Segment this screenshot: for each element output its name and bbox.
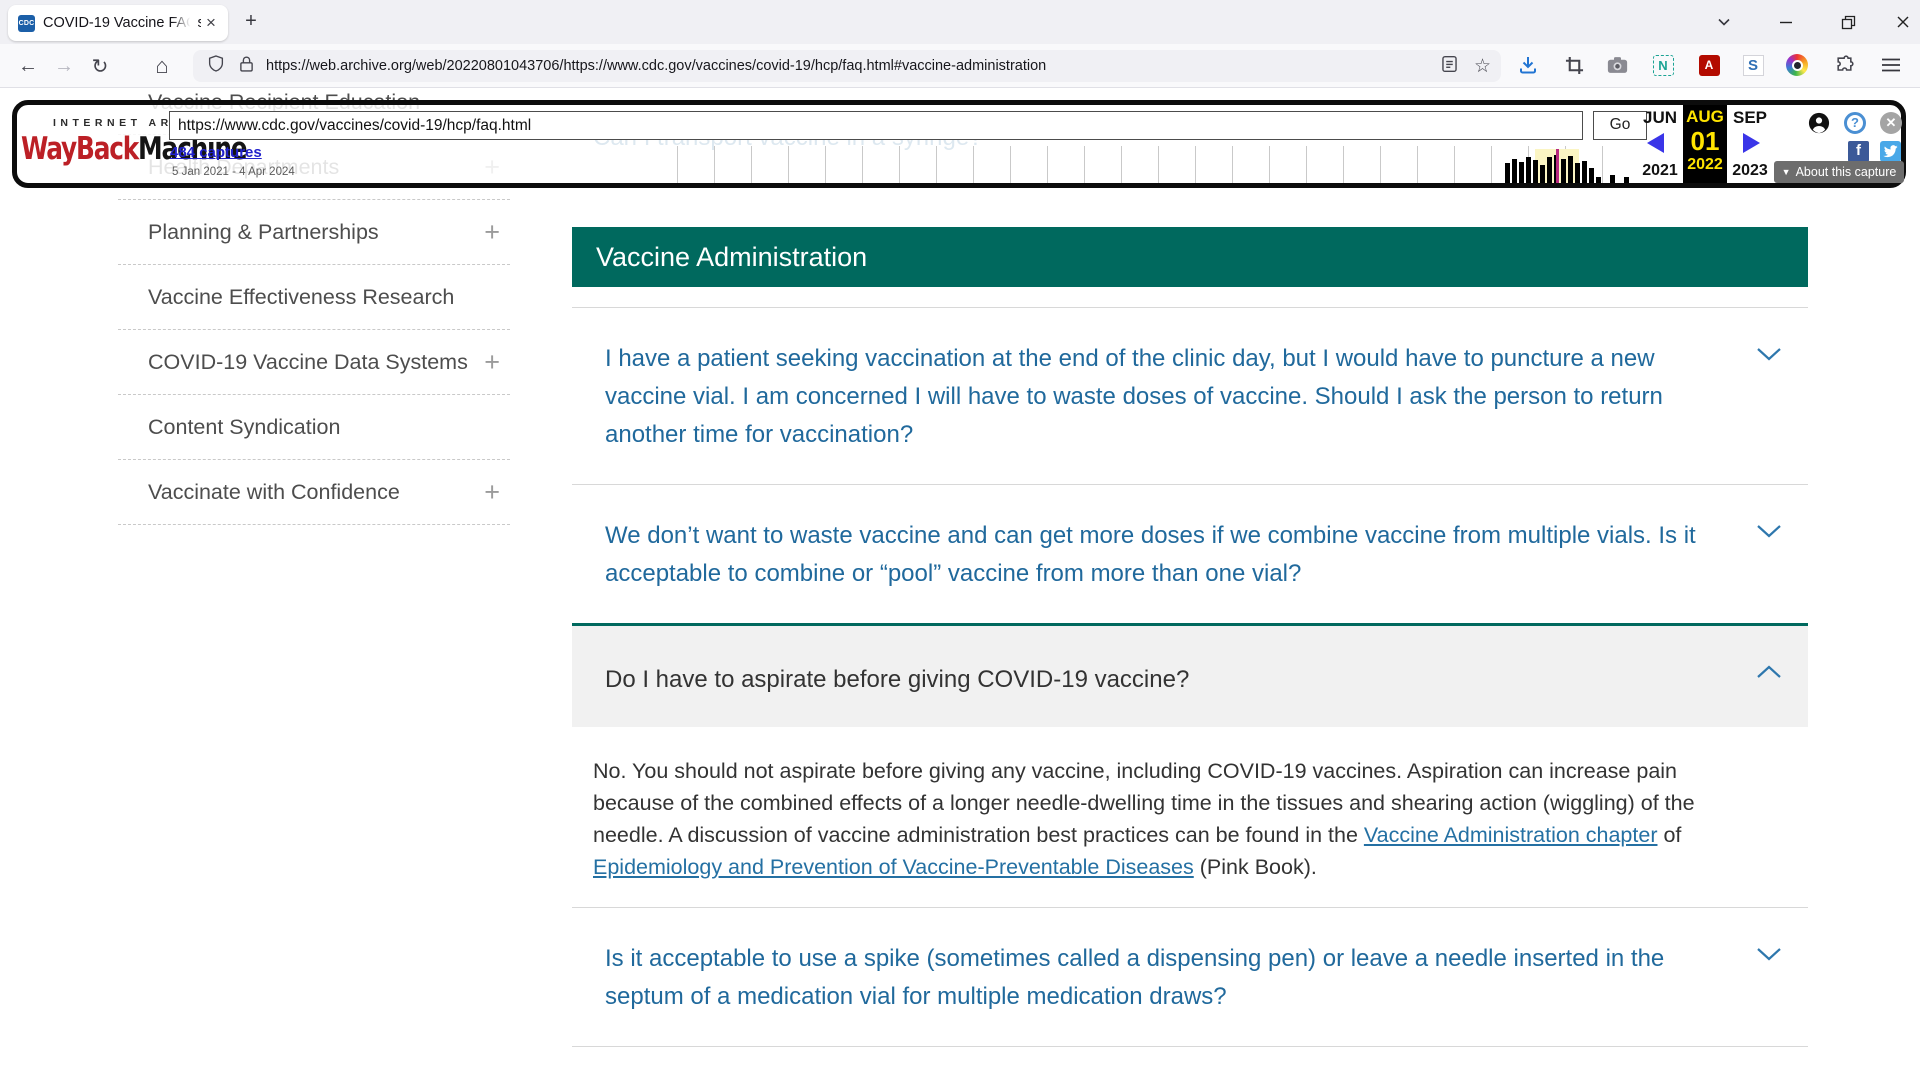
restore-button[interactable] — [1834, 10, 1862, 34]
next-capture-arrow-icon[interactable] — [1743, 133, 1760, 153]
current-month-label: AUG — [1683, 107, 1727, 127]
cdc-favicon: CDC — [18, 15, 35, 32]
faq-answer: No. You should not aspirate before givin… — [572, 727, 1808, 907]
timeline-ticks[interactable] — [677, 146, 1637, 183]
faq-question-row[interactable]: Is it acceptable to use a spike (sometim… — [572, 907, 1808, 1047]
expand-plus-icon[interactable]: + — [484, 347, 500, 378]
window-close-button[interactable] — [1889, 10, 1917, 34]
faq-accordion: I have a patient seeking vaccination at … — [572, 307, 1808, 1047]
tab-close-icon[interactable]: × — [202, 14, 220, 32]
sidebar-item-vaccine-effectiveness-research[interactable]: Vaccine Effectiveness Research — [118, 265, 510, 330]
screenshot-crop-icon[interactable] — [1561, 52, 1587, 78]
cdc-page: Vaccine Recipient Education Health Depar… — [0, 88, 1920, 1075]
reader-mode-icon[interactable] — [1441, 55, 1458, 78]
tab-title-fade — [172, 9, 198, 37]
extensions-puzzle-icon[interactable] — [1832, 52, 1858, 78]
tab-bar: CDC COVID-19 Vaccine FAQs for Hea × + — [0, 0, 1920, 44]
about-this-capture-button[interactable]: ▼ About this capture — [1774, 161, 1904, 183]
prev-capture-arrow-icon[interactable] — [1647, 133, 1664, 153]
section-header-vaccine-administration: Vaccine Administration — [572, 227, 1808, 287]
twitter-share-icon[interactable] — [1880, 141, 1901, 162]
forward-button[interactable]: → — [48, 50, 80, 82]
pink-book-link[interactable]: Epidemiology and Prevention of Vaccine-P… — [593, 855, 1194, 879]
camera-extension-icon[interactable] — [1604, 52, 1630, 78]
sidebar-item-planning-partnerships[interactable]: Planning & Partnerships + — [118, 200, 510, 265]
faq-question-row[interactable]: I have a patient seeking vaccination at … — [572, 307, 1808, 484]
captures-date-range: 5 Jan 2021 - 4 Apr 2024 — [172, 166, 295, 178]
tab-covid-faq[interactable]: CDC COVID-19 Vaccine FAQs for Hea × — [8, 5, 228, 41]
vaccine-administration-chapter-link[interactable]: Vaccine Administration chapter — [1364, 823, 1658, 847]
prev-year-label[interactable]: 2021 — [1637, 162, 1683, 180]
lens-extension-icon[interactable] — [1784, 52, 1810, 78]
faq-question-row-expanded[interactable]: Do I have to aspirate before giving COVI… — [572, 623, 1808, 727]
close-toolbar-icon[interactable]: ✕ — [1880, 112, 1902, 134]
chevron-down-icon[interactable] — [1756, 346, 1782, 367]
current-capture-marker — [1556, 149, 1559, 183]
chevron-down-icon[interactable] — [1756, 523, 1782, 544]
help-icon[interactable]: ? — [1844, 112, 1866, 134]
next-month-column: SEP 2023 — [1727, 105, 1773, 183]
back-button[interactable]: ← — [12, 50, 44, 82]
caret-down-icon: ▼ — [1782, 167, 1791, 177]
wayback-toolbar: INTERNET ARCHIVE WayBackMachine Go 484 c… — [12, 100, 1906, 188]
chevron-down-icon[interactable] — [1756, 946, 1782, 967]
expand-plus-icon[interactable]: + — [484, 217, 500, 248]
faq-question-row[interactable]: We don’t want to waste vaccine and can g… — [572, 484, 1808, 623]
browser-window: CDC COVID-19 Vaccine FAQs for Hea × + ← … — [0, 0, 1920, 1075]
minimize-button[interactable] — [1772, 10, 1800, 34]
facebook-share-icon[interactable]: f — [1848, 141, 1869, 162]
expand-plus-icon[interactable]: + — [484, 477, 500, 508]
reload-button[interactable]: ↻ — [84, 50, 116, 82]
downloads-icon[interactable] — [1515, 52, 1541, 78]
notion-clipper-icon[interactable]: N — [1650, 52, 1676, 78]
sidebar-item-covid19-vaccine-data-systems[interactable]: COVID-19 Vaccine Data Systems + — [118, 330, 510, 395]
adobe-pdf-icon[interactable]: A — [1696, 52, 1722, 78]
chevron-up-icon[interactable] — [1756, 664, 1782, 685]
current-day-label: 01 — [1683, 127, 1727, 155]
sidebar-item-vaccinate-with-confidence[interactable]: Vaccinate with Confidence + — [118, 460, 510, 525]
new-tab-button[interactable]: + — [238, 9, 264, 35]
next-year-label[interactable]: 2023 — [1727, 162, 1773, 180]
wayback-url-input[interactable] — [169, 111, 1583, 140]
prev-month-label: JUN — [1637, 108, 1683, 128]
tab-list-chevron-icon[interactable] — [1710, 10, 1738, 34]
next-month-label: SEP — [1727, 108, 1773, 128]
sidebar-item-content-syndication[interactable]: Content Syndication — [118, 395, 510, 460]
current-year-label: 2022 — [1683, 156, 1727, 174]
s-extension-icon[interactable]: S — [1740, 52, 1766, 78]
capture-histogram[interactable] — [1505, 151, 1635, 183]
bookmark-star-icon[interactable]: ☆ — [1474, 55, 1491, 78]
about-this-capture-label: About this capture — [1796, 165, 1897, 179]
current-capture-column[interactable]: AUG 01 2022 — [1683, 105, 1727, 183]
prev-month-column: JUN 2021 — [1637, 105, 1683, 183]
menu-hamburger-icon[interactable] — [1878, 52, 1904, 78]
captures-count-link[interactable]: 484 captures — [170, 144, 262, 161]
